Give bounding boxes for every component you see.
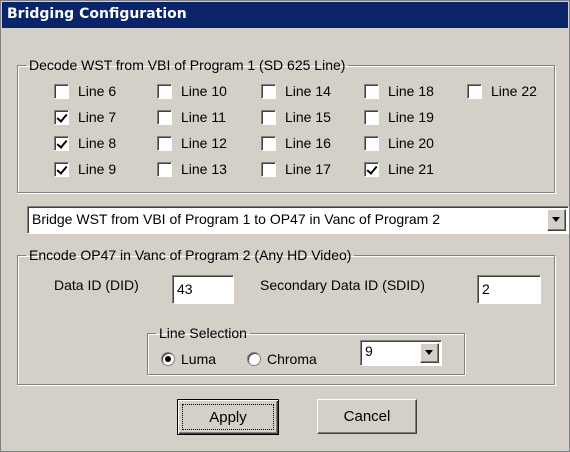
checkbox-line-11[interactable]: Line 11: [157, 108, 226, 126]
checkbox-line-20-box[interactable]: [364, 135, 379, 151]
checkbox-line-8-box[interactable]: [54, 135, 69, 151]
checkbox-line-22[interactable]: Line 22: [467, 82, 537, 100]
bridge-mode-dropdown-button[interactable]: [547, 209, 566, 231]
checkbox-line-10[interactable]: Line 10: [157, 82, 227, 100]
radio-luma[interactable]: Luma: [161, 350, 216, 368]
checkbox-line-10-box[interactable]: [157, 83, 172, 99]
checkbox-line-15[interactable]: Line 15: [261, 108, 331, 126]
checkbox-line-22-box[interactable]: [467, 83, 482, 99]
did-input[interactable]: 43: [172, 275, 234, 304]
apply-button[interactable]: Apply: [177, 399, 279, 435]
checkbox-line-9-box[interactable]: [54, 161, 69, 177]
checkbox-line-13-box[interactable]: [157, 161, 172, 177]
window-title: Bridging Configuration: [7, 6, 187, 22]
sdid-input[interactable]: 2: [477, 275, 541, 304]
line-number-select[interactable]: 9: [360, 340, 442, 366]
checkbox-line-16-box[interactable]: [261, 135, 276, 151]
line-number-value: 9: [365, 343, 373, 359]
cancel-button[interactable]: Cancel: [317, 399, 417, 434]
radio-luma-circle[interactable]: [161, 352, 175, 366]
checkbox-line-19[interactable]: Line 19: [364, 108, 434, 126]
checkbox-line-16[interactable]: Line 16: [261, 134, 331, 152]
bridge-mode-select[interactable]: Bridge WST from VBI of Program 1 to OP47…: [27, 206, 569, 234]
checkbox-line-18-box[interactable]: [364, 83, 379, 99]
checkbox-line-9[interactable]: Line 9: [54, 160, 116, 178]
encode-group-title: Encode OP47 in Vanc of Program 2 (Any HD…: [29, 247, 352, 263]
checkbox-line-21-box[interactable]: [364, 161, 379, 177]
bridge-mode-value: Bridge WST from VBI of Program 1 to OP47…: [32, 211, 440, 227]
line-selection-title: Line Selection: [159, 325, 247, 341]
chevron-down-icon: [552, 217, 560, 222]
did-label: Data ID (DID): [54, 277, 139, 293]
checkbox-line-21[interactable]: Line 21: [364, 160, 434, 178]
checkbox-line-12[interactable]: Line 12: [157, 134, 227, 152]
bridging-configuration-window: Bridging Configuration Decode WST from V…: [0, 0, 570, 452]
checkbox-line-14[interactable]: Line 14: [261, 82, 331, 100]
line-number-dropdown-button[interactable]: [420, 343, 439, 363]
decode-group-title: Decode WST from VBI of Program 1 (SD 625…: [29, 57, 346, 73]
checkbox-line-11-box[interactable]: [157, 109, 172, 125]
radio-chroma[interactable]: Chroma: [247, 350, 317, 368]
sdid-label: Secondary Data ID (SDID): [260, 277, 425, 293]
checkbox-line-12-box[interactable]: [157, 135, 172, 151]
checkbox-line-18[interactable]: Line 18: [364, 82, 434, 100]
chevron-down-icon: [425, 350, 433, 355]
checkbox-line-15-box[interactable]: [261, 109, 276, 125]
checkbox-line-20[interactable]: Line 20: [364, 134, 434, 152]
checkbox-line-17[interactable]: Line 17: [261, 160, 331, 178]
checkbox-line-6-box[interactable]: [54, 83, 69, 99]
checkbox-line-13[interactable]: Line 13: [157, 160, 227, 178]
radio-chroma-circle[interactable]: [247, 352, 261, 366]
checkbox-line-6[interactable]: Line 6: [54, 82, 116, 100]
checkbox-line-14-box[interactable]: [261, 83, 276, 99]
checkbox-line-7[interactable]: Line 7: [54, 108, 116, 126]
checkbox-line-7-box[interactable]: [54, 109, 69, 125]
checkbox-line-19-box[interactable]: [364, 109, 379, 125]
checkbox-line-17-box[interactable]: [261, 161, 276, 177]
title-bar[interactable]: Bridging Configuration: [2, 2, 568, 28]
focus-ring: [182, 404, 274, 430]
checkbox-line-8[interactable]: Line 8: [54, 134, 116, 152]
